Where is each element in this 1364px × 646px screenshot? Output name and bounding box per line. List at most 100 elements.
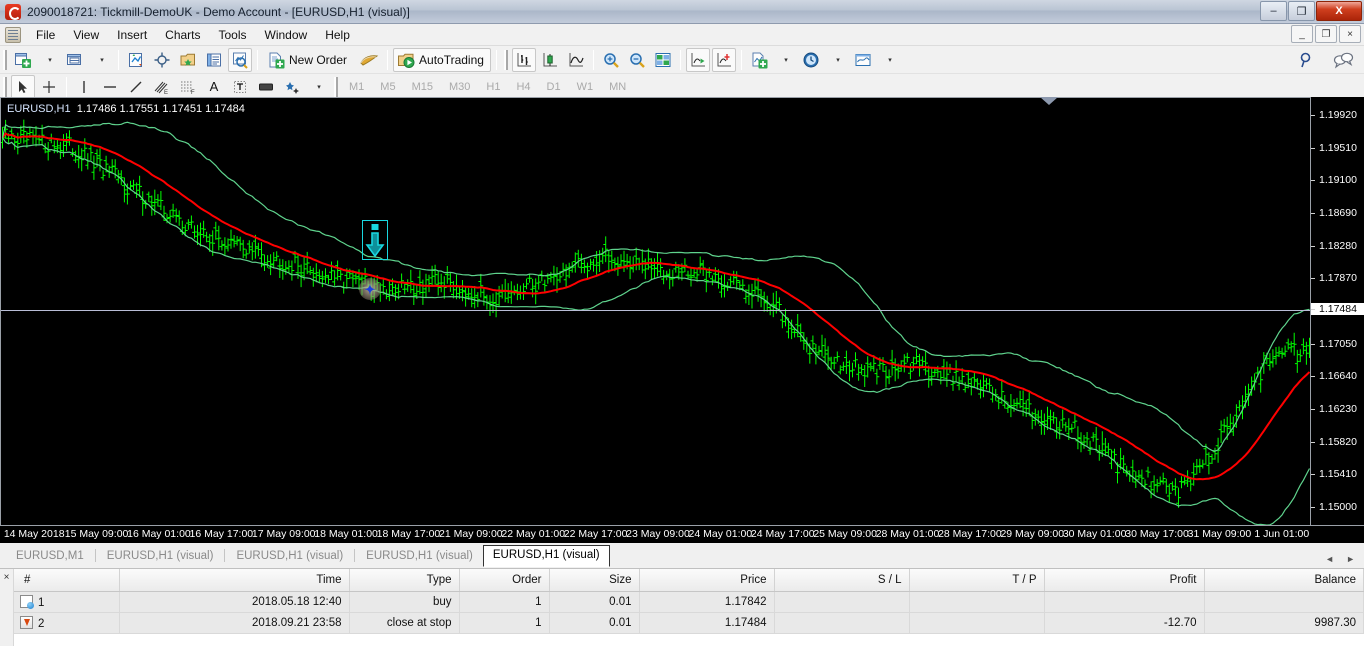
chart-plot-area[interactable]: EURUSD,H1 1.17486 1.17551 1.17451 1.1748… <box>0 97 1310 525</box>
new-chart-button[interactable] <box>11 48 35 72</box>
rectangle-tool[interactable] <box>254 75 278 99</box>
cell-type: buy <box>349 591 459 612</box>
terminal-button[interactable] <box>202 48 226 72</box>
new-order-button[interactable]: New Order <box>263 48 354 72</box>
market-watch-button[interactable] <box>124 48 148 72</box>
menu-item-insert[interactable]: Insert <box>108 25 156 45</box>
candlestick-chart-button[interactable] <box>538 48 562 72</box>
timeframe-w1[interactable]: W1 <box>569 76 602 98</box>
table-row[interactable]: 12018.05.18 12:40buy10.011.17842 <box>14 591 1364 612</box>
mdi-close-button[interactable]: × <box>1339 25 1361 43</box>
timeframe-d1[interactable]: D1 <box>539 76 569 98</box>
timeframe-h4[interactable]: H4 <box>508 76 538 98</box>
toolbar-grip-2[interactable] <box>504 50 508 70</box>
column-header-type[interactable]: Type <box>349 569 459 591</box>
toolbar-grip-3[interactable] <box>3 77 7 97</box>
column-header-size[interactable]: Size <box>549 569 639 591</box>
chevron-down-icon: ▾ <box>317 83 321 91</box>
shapes-tool[interactable] <box>280 75 304 99</box>
metaeditor-button[interactable] <box>356 48 382 72</box>
price-tick-current: 1.17484 <box>1311 303 1364 315</box>
price-tick: 1.17870 <box>1311 272 1364 284</box>
sell-arrow-marker[interactable] <box>362 220 388 260</box>
price-axis[interactable]: 1.199201.195101.191001.186901.182801.178… <box>1310 97 1364 525</box>
auto-scroll-button[interactable] <box>686 48 710 72</box>
profiles-dropdown[interactable]: ▾ <box>89 48 113 72</box>
column-header-tp[interactable]: T / P <box>909 569 1044 591</box>
mdi-restore-button[interactable]: ❐ <box>1315 25 1337 43</box>
chart-tab-next[interactable]: ► <box>1341 554 1360 564</box>
horizontal-line-tool[interactable] <box>98 75 122 99</box>
chart-collapse-arrow[interactable] <box>1040 97 1058 105</box>
column-header-balance[interactable]: Balance <box>1204 569 1364 591</box>
chart-tab-prev[interactable]: ◄ <box>1320 554 1339 564</box>
chat-icon[interactable] <box>1329 48 1357 72</box>
zoom-in-button[interactable] <box>599 48 623 72</box>
periods-button[interactable] <box>799 48 823 72</box>
column-header-num[interactable]: # <box>14 569 119 591</box>
strategy-tester-button[interactable] <box>228 48 252 72</box>
indicators-dropdown[interactable]: ▾ <box>773 48 797 72</box>
cursor-tool[interactable] <box>11 75 35 99</box>
timeframe-m15[interactable]: M15 <box>404 76 441 98</box>
toolbar-grip-4[interactable] <box>334 77 338 97</box>
data-window-button[interactable] <box>176 48 200 72</box>
time-axis[interactable]: 14 May 201815 May 09:0016 May 01:0016 Ma… <box>0 525 1364 543</box>
menu-item-tools[interactable]: Tools <box>210 25 256 45</box>
chart-tab-2[interactable]: EURUSD,H1 (visual) <box>97 546 224 567</box>
autotrading-button[interactable]: AutoTrading <box>393 48 491 72</box>
chart-tab-5[interactable]: EURUSD,H1 (visual) <box>483 545 610 567</box>
timeframe-mn[interactable]: MN <box>601 76 634 98</box>
menu-item-file[interactable]: File <box>27 25 64 45</box>
profiles-button[interactable] <box>63 48 87 72</box>
templates-dropdown[interactable]: ▾ <box>877 48 901 72</box>
timeframe-h1[interactable]: H1 <box>478 76 508 98</box>
tile-windows-button[interactable] <box>651 48 675 72</box>
label-tool[interactable] <box>228 75 252 99</box>
navigator-button[interactable] <box>150 48 174 72</box>
crosshair-tool[interactable] <box>37 75 61 99</box>
new-chart-dropdown[interactable]: ▾ <box>37 48 61 72</box>
chart-window[interactable]: EURUSD,H1 1.17486 1.17551 1.17451 1.1748… <box>0 97 1364 543</box>
document-menu-icon[interactable] <box>5 27 21 43</box>
shapes-dropdown[interactable]: ▾ <box>306 75 330 99</box>
column-header-time[interactable]: Time <box>119 569 349 591</box>
search-icon[interactable] <box>1295 48 1319 72</box>
column-header-price[interactable]: Price <box>639 569 774 591</box>
line-chart-button[interactable] <box>564 48 588 72</box>
menu-item-window[interactable]: Window <box>256 25 317 45</box>
column-header-sl[interactable]: S / L <box>774 569 909 591</box>
menu-item-help[interactable]: Help <box>316 25 359 45</box>
column-header-order[interactable]: Order <box>459 569 549 591</box>
trendline-tool[interactable] <box>124 75 148 99</box>
toolbar-grip[interactable] <box>3 50 7 70</box>
templates-button[interactable] <box>851 48 875 72</box>
equidistant-channel-tool[interactable]: E <box>150 75 174 99</box>
chart-tab-4[interactable]: EURUSD,H1 (visual) <box>356 546 483 567</box>
fibonacci-retracement-tool[interactable]: F <box>176 75 200 99</box>
timeframe-m30[interactable]: M30 <box>441 76 478 98</box>
window-maximize-button[interactable]: ❐ <box>1288 1 1315 21</box>
menu-item-charts[interactable]: Charts <box>156 25 209 45</box>
indicators-button[interactable] <box>747 48 771 72</box>
zoom-out-button[interactable] <box>625 48 649 72</box>
table-row[interactable]: 22018.09.21 23:58close at stop10.011.174… <box>14 612 1364 633</box>
window-minimize-button[interactable]: – <box>1260 1 1287 21</box>
mdi-minimize-button[interactable]: _ <box>1291 25 1313 43</box>
panel-close-button[interactable]: × <box>0 569 14 646</box>
timeframe-m1[interactable]: M1 <box>341 76 372 98</box>
cell-tp <box>909 612 1044 633</box>
arrow-marker-handle[interactable] <box>372 224 379 230</box>
open-position-marker[interactable]: ✦ <box>359 278 381 300</box>
chart-tab-3[interactable]: EURUSD,H1 (visual) <box>226 546 353 567</box>
periods-dropdown[interactable]: ▾ <box>825 48 849 72</box>
menu-item-view[interactable]: View <box>64 25 108 45</box>
text-tool[interactable]: A <box>202 75 226 99</box>
bar-chart-button[interactable] <box>512 48 536 72</box>
vertical-line-tool[interactable] <box>72 75 96 99</box>
timeframe-m5[interactable]: M5 <box>372 76 403 98</box>
window-close-button[interactable]: X <box>1316 1 1362 21</box>
chart-shift-button[interactable] <box>712 48 736 72</box>
chart-tab-1[interactable]: EURUSD,M1 <box>6 546 94 567</box>
column-header-profit[interactable]: Profit <box>1044 569 1204 591</box>
